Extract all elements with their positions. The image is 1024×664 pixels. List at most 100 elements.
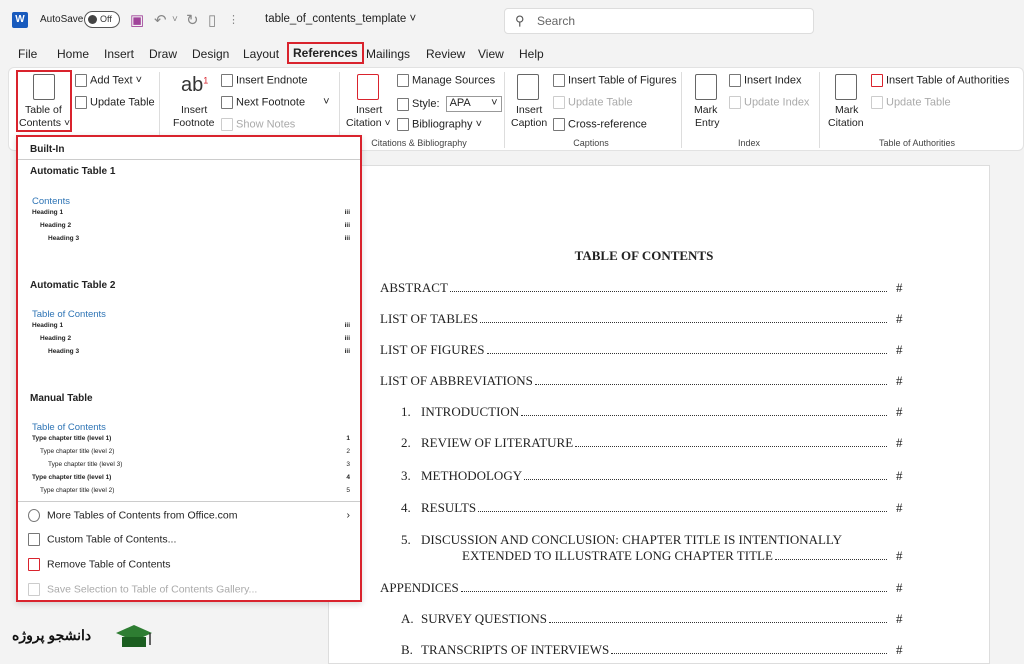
preview-line-text: Type chapter title (level 2) [40,487,115,494]
preview-line-page: iii [344,335,350,342]
cross-reference-label: Cross-reference [568,118,647,131]
save-label: Save Selection to Table of Contents Gall… [47,583,258,596]
toc-entry[interactable]: LIST OF ABBREVIATIONS [380,373,887,389]
mark-citation-label-2: Citation [828,117,864,129]
toc-entry-page: # [896,500,903,515]
update-table-toa-button[interactable]: Update Table [871,96,951,109]
style-dropdown[interactable]: APA ˅ [445,96,502,112]
insert-table-of-figures-button[interactable]: Insert Table of Figures [553,74,677,87]
save-icon[interactable]: ▣ [130,11,144,29]
divider [18,501,360,502]
preview-line: Type chapter title (level 3) 3 [48,461,350,468]
toc-dropdown-menu: Built-In Automatic Table 1 Contents Head… [16,135,362,602]
dot-leader [486,353,887,354]
toc-entry-number: 2. [401,435,411,450]
mark-citation-label-1: Mark [835,104,859,116]
update-table-button[interactable]: Update Table [75,96,155,109]
table-of-contents-button[interactable] [16,70,72,132]
toc-entry[interactable]: LIST OF TABLES [380,311,887,327]
tab-home[interactable]: Home [57,47,89,61]
insert-index-button[interactable]: Insert Index [729,74,801,87]
mark-entry-label-2: Entry [695,117,720,129]
customize-toolbar-icon[interactable]: ⋮ [228,13,239,26]
bibliography-button[interactable]: Bibliography ˅ [397,118,482,131]
chevron-right-icon: › [346,509,351,521]
insert-endnote-button[interactable]: Insert Endnote [221,74,308,87]
toc-entry-number: 1. [401,404,411,419]
tab-file[interactable]: File [18,47,37,61]
save-selection-item[interactable]: Save Selection to Table of Contents Gall… [28,583,257,596]
insert-footnote-icon[interactable]: ab1 [181,74,208,97]
update-table-icon [871,96,883,109]
tab-help[interactable]: Help [519,47,544,61]
tab-draw[interactable]: Draw [149,47,177,61]
undo-icon[interactable]: ↶ [154,11,167,29]
chevron-down-icon: ˅ [409,13,417,25]
toc-entry[interactable]: METHODOLOGY [421,468,887,484]
toc-entry[interactable]: SURVEY QUESTIONS [421,611,887,627]
preview-line-text: Heading 3 [48,348,80,355]
remove-table-of-contents-item[interactable]: Remove Table of Contents [28,558,171,571]
toc-entry-text: ABSTRACT [380,280,448,295]
preview-line-page: iii [344,322,350,329]
tab-review[interactable]: Review [426,47,465,61]
preview-line-text: Type chapter title (level 3) [48,461,123,468]
toc-entry[interactable]: TRANSCRIPTS OF INTERVIEWS [421,642,887,658]
tab-design[interactable]: Design [192,47,229,61]
toc-entry[interactable]: EXTENDED TO ILLUSTRATE LONG CHAPTER TITL… [462,548,887,564]
toc-entry-page: # [896,342,903,357]
footnote-superscript: 1 [203,75,209,86]
undo-dropdown-icon[interactable]: ˅ [172,14,178,25]
new-page-icon[interactable]: ▯ [208,11,216,29]
toc-entry-number: 3. [401,468,411,483]
chevron-down-icon: ˅ [323,96,330,109]
insert-citation-icon [357,74,379,100]
globe-icon [28,509,40,522]
preview-line-page: 3 [346,461,350,468]
document-filename[interactable]: table_of_contents_template ˅ [265,13,416,25]
autosave-toggle[interactable]: Off [84,11,120,28]
insert-table-of-authorities-button[interactable]: Insert Table of Authorities [871,74,1009,87]
preview-line-page: iii [344,348,350,355]
redo-icon[interactable]: ↻ [186,11,199,29]
document-page[interactable]: TABLE OF CONTENTS ABSTRACT # LIST OF TABLE… [328,165,990,664]
more-tables-of-contents-item[interactable]: More Tables of Contents from Office.com › [28,509,350,522]
toc-entry-text: DISCUSSION AND CONCLUSION: CHAPTER TITLE… [421,532,842,547]
toc-entry[interactable]: APPENDICES [380,580,887,596]
add-text-button[interactable]: Add Text ˅ [75,74,142,87]
group-label-toa: Table of Authorities [878,138,956,148]
toc-entry[interactable]: LIST OF FIGURES [380,342,887,358]
show-notes-button[interactable]: Show Notes [221,118,295,131]
cross-reference-button[interactable]: Cross-reference [553,118,647,131]
next-footnote-icon [221,96,233,109]
insert-caption-icon [517,74,539,100]
toc-entry[interactable]: RESULTS [421,500,887,516]
toc-entry-page: # [896,311,903,326]
bibliography-icon [397,118,409,131]
custom-table-of-contents-item[interactable]: Custom Table of Contents... [28,533,176,546]
next-footnote-button[interactable]: Next Footnote ˅ [221,96,330,109]
manage-sources-icon [397,74,409,87]
manage-sources-button[interactable]: Manage Sources [397,74,495,87]
tab-view[interactable]: View [478,47,504,61]
toc-entry[interactable]: REVIEW OF LITERATURE [421,435,887,451]
toc-entry[interactable]: DISCUSSION AND CONCLUSION: CHAPTER TITLE… [421,532,842,548]
preview-line-page: iii [344,235,350,242]
search-box[interactable]: ⚲ Search [504,8,814,34]
group-divider [504,72,505,148]
preview-line-page: iii [344,209,350,216]
style-selector[interactable]: Style: APA ˅ [397,96,502,112]
insert-endnote-label: Insert Endnote [236,74,308,87]
update-index-button[interactable]: Update Index [729,96,809,109]
tab-insert[interactable]: Insert [104,47,134,61]
toc-entry[interactable]: INTRODUCTION [421,404,887,420]
preview-line-text: Type chapter title (level 2) [40,448,115,455]
tab-references[interactable]: References [287,42,364,64]
toc-entry-page: # [896,548,903,563]
toc-entry[interactable]: ABSTRACT [380,280,887,296]
tab-layout[interactable]: Layout [243,47,279,61]
preview-title: Table of Contents [32,309,106,320]
search-placeholder: Search [537,14,576,28]
update-table-captions-button[interactable]: Update Table [553,96,633,109]
tab-mailings[interactable]: Mailings [366,47,410,61]
